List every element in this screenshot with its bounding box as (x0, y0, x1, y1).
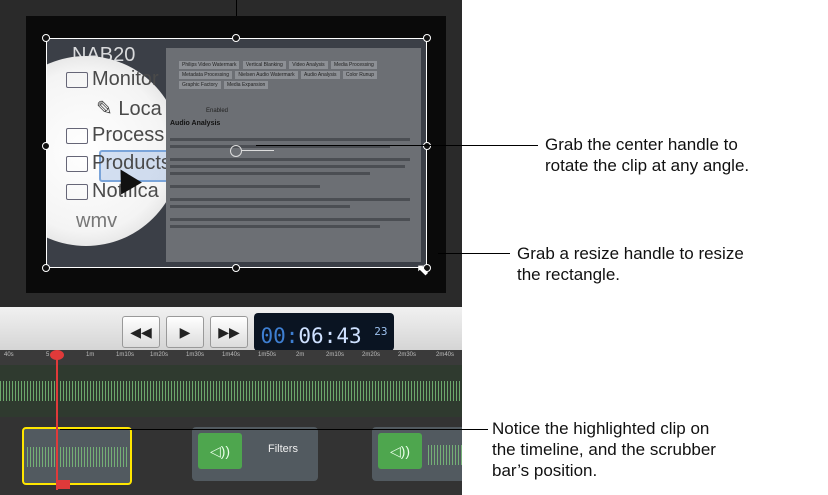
callout-notice-line1: Notice the highlighted clip on (492, 419, 710, 438)
tick-label: 1m30s (186, 352, 205, 358)
resize-cursor-icon: ⬉ (416, 262, 430, 279)
callout-resize-line2: the rectangle. (517, 265, 621, 284)
callout-line-resize (438, 253, 510, 254)
resize-handle-top[interactable] (232, 34, 240, 42)
callout-notice-line3: bar’s position. (492, 461, 598, 480)
fast-forward-button[interactable]: ▶▶ (210, 316, 248, 348)
speaker-icon: ◁)) (198, 433, 242, 469)
tick-label: 2m10s (326, 352, 345, 358)
clip-filters[interactable]: ◁)) Filters (192, 427, 318, 481)
resize-handle-right[interactable] (423, 142, 431, 150)
tick-label: 1m20s (150, 352, 169, 358)
tick-label: 1m10s (116, 352, 135, 358)
play-icon: ▶ (179, 324, 191, 340)
audio-track[interactable] (0, 365, 462, 417)
callout-line-top (236, 0, 237, 16)
resize-handle-top-right[interactable] (423, 34, 431, 42)
clip-label: Filters (268, 443, 298, 455)
speaker-icon: ◁)) (378, 433, 422, 469)
scrubber-head[interactable] (50, 350, 64, 360)
callout-resize: Grab a resize handle to resize the recta… (517, 243, 744, 285)
callout-line-rotate (256, 145, 538, 146)
audio-waveform (0, 381, 462, 401)
scrubber-foot[interactable] (58, 480, 70, 489)
callout-notice-line2: the timeline, and the scrubber (492, 440, 716, 459)
tick-label: 2m (296, 352, 305, 358)
callout-notice: Notice the highlighted clip on the timel… (492, 418, 716, 481)
timecode-main: 06:43 (298, 324, 362, 348)
preview-viewer: NAB20 Monitor ✎ Loca Process Products No… (26, 16, 446, 293)
timecode-hours: 00: (260, 324, 299, 348)
resize-handle-top-left[interactable] (42, 34, 50, 42)
clip-waveform (428, 445, 462, 465)
play-button[interactable]: ▶ (166, 316, 204, 348)
callout-rotate-line1: Grab the center handle to (545, 135, 738, 154)
tick-label: 5 (46, 352, 50, 358)
tick-label: 1m (86, 352, 95, 358)
callout-rotate-line2: rotate the clip at any angle. (545, 156, 750, 175)
rewind-icon: ◀◀ (130, 324, 152, 340)
callout-line-notice (60, 429, 488, 430)
clip-selected[interactable] (22, 427, 132, 485)
resize-handle-bottom[interactable] (232, 264, 240, 272)
resize-handle-left[interactable] (42, 142, 50, 150)
tick-label: 1m50s (258, 352, 277, 358)
clip-next[interactable]: ◁)) (372, 427, 462, 481)
timeline-ruler[interactable]: 40s 5 1m 1m10s 1m20s 1m30s 1m40s 1m50s 2… (0, 350, 462, 365)
tick-label: 2m20s (362, 352, 381, 358)
scrubber-bar[interactable] (56, 352, 58, 490)
selection-rectangle[interactable] (46, 38, 427, 268)
tick-label: 40s (4, 352, 14, 358)
timecode-display: 00:06:43 23 (254, 313, 394, 351)
callout-resize-line1: Grab a resize handle to resize (517, 244, 744, 263)
tick-label: 1m40s (222, 352, 241, 358)
fast-forward-icon: ▶▶ (218, 324, 240, 340)
video-editor-app: NAB20 Monitor ✎ Loca Process Products No… (0, 0, 462, 495)
timecode-frames: 23 (374, 325, 388, 338)
callout-rotate: Grab the center handle to rotate the cli… (545, 134, 749, 176)
rewind-button[interactable]: ◀◀ (122, 316, 160, 348)
tick-label: 2m30s (398, 352, 417, 358)
clip-waveform (27, 447, 127, 467)
tick-label: 2m40s (436, 352, 455, 358)
resize-handle-bottom-left[interactable] (42, 264, 50, 272)
